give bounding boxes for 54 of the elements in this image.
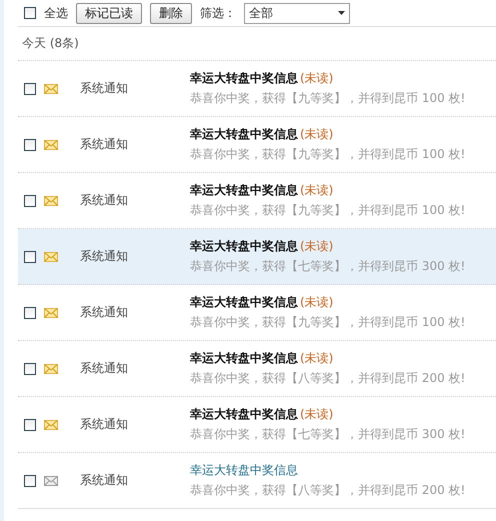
message-title-link[interactable]: 幸运大转盘中奖信息 — [190, 295, 298, 309]
message-row[interactable]: 系统通知 幸运大转盘中奖信息 恭喜你中奖，获得【八等奖】，并得到昆币 200 枚! — [18, 453, 496, 509]
message-preview: 恭喜你中奖，获得【七等奖】，并得到昆币 300 枚! — [190, 258, 466, 275]
message-title-link[interactable]: 幸运大转盘中奖信息 — [190, 127, 298, 141]
message-row[interactable]: 系统通知 幸运大转盘中奖信息 (未读) 恭喜你中奖，获得【七等奖】，并得到昆币 300 枚! — [18, 229, 496, 285]
group-header: 今天 (8条) — [18, 26, 496, 61]
toolbar-button[interactable]: 删除 — [150, 2, 192, 24]
message-row[interactable]: 系统通知 幸运大转盘中奖信息 (未读) 恭喜你中奖，获得【九等奖】，并得到昆币 100 枚! — [18, 61, 496, 117]
message-row[interactable]: 系统通知 幸运大转盘中奖信息 (未读) 恭喜你中奖，获得【七等奖】，并得到昆币 300 枚! — [18, 397, 496, 453]
unread-status: (未读) — [300, 127, 334, 141]
message-preview: 恭喜你中奖，获得【八等奖】，并得到昆币 200 枚! — [190, 370, 466, 387]
message-checkbox[interactable] — [24, 82, 36, 94]
message-row[interactable]: 系统通知 幸运大转盘中奖信息 (未读) 恭喜你中奖，获得【九等奖】，并得到昆币 100 枚! — [18, 285, 496, 341]
message-title-link[interactable]: 幸运大转盘中奖信息 — [190, 71, 298, 85]
sender-text: 系统通知 — [80, 192, 129, 209]
message-preview: 恭喜你中奖，获得【八等奖】，并得到昆币 200 枚! — [190, 482, 466, 499]
sender-text: 系统通知 — [80, 80, 129, 97]
sender-text: 系统通知 — [80, 416, 129, 433]
message-preview: 恭喜你中奖，获得【九等奖】，并得到昆币 100 枚! — [190, 90, 466, 107]
unread-status: (未读) — [300, 239, 334, 253]
message-checkbox[interactable] — [24, 138, 36, 150]
sender-text: 系统通知 — [80, 248, 129, 265]
unread-status: (未读) — [300, 71, 334, 85]
caret-icon — [338, 11, 345, 15]
message-preview: 恭喜你中奖，获得【九等奖】，并得到昆币 100 枚! — [190, 314, 466, 331]
message-row[interactable]: 系统通知 幸运大转盘中奖信息 (未读) 恭喜你中奖，获得【九等奖】，并得到昆币 100 枚! — [18, 117, 496, 173]
message-checkbox[interactable] — [24, 474, 36, 486]
message-checkbox[interactable] — [24, 362, 36, 374]
sender-text: 系统通知 — [80, 472, 129, 489]
message-title-link[interactable]: 幸运大转盘中奖信息 — [190, 463, 298, 477]
message-preview: 恭喜你中奖，获得【九等奖】，并得到昆币 100 枚! — [190, 202, 466, 219]
unread-status: (未读) — [300, 183, 334, 197]
message-title-link[interactable]: 幸运大转盘中奖信息 — [190, 407, 298, 421]
message-checkbox[interactable] — [24, 306, 36, 318]
select-all-checkbox[interactable] — [24, 7, 36, 19]
message-checkbox[interactable] — [24, 250, 36, 262]
message-title-link[interactable]: 幸运大转盘中奖信息 — [190, 239, 298, 253]
message-title-link[interactable]: 幸运大转盘中奖信息 — [190, 183, 298, 197]
sender-text: 系统通知 — [80, 136, 129, 153]
select-all-label[interactable]: 全选 — [44, 4, 68, 22]
sender-text: 系统通知 — [80, 360, 129, 377]
unread-status: (未读) — [300, 295, 334, 309]
message-title-link[interactable]: 幸运大转盘中奖信息 — [190, 351, 298, 365]
message-checkbox[interactable] — [24, 194, 36, 206]
unread-status: (未读) — [300, 351, 334, 365]
message-preview: 恭喜你中奖，获得【九等奖】，并得到昆币 100 枚! — [190, 146, 466, 163]
message-row[interactable]: 系统通知 幸运大转盘中奖信息 (未读) 恭喜你中奖，获得【八等奖】，并得到昆币 200 枚! — [18, 341, 496, 397]
message-checkbox[interactable] — [24, 418, 36, 430]
toolbar-button[interactable]: 标记已读 — [76, 2, 142, 24]
message-preview: 恭喜你中奖，获得【七等奖】，并得到昆币 300 枚! — [190, 426, 466, 443]
sender-text: 系统通知 — [80, 304, 129, 321]
filter-dropdown[interactable]: 全部 — [244, 2, 350, 24]
unread-status: (未读) — [300, 407, 334, 421]
filter-label: 筛选： — [200, 4, 236, 22]
